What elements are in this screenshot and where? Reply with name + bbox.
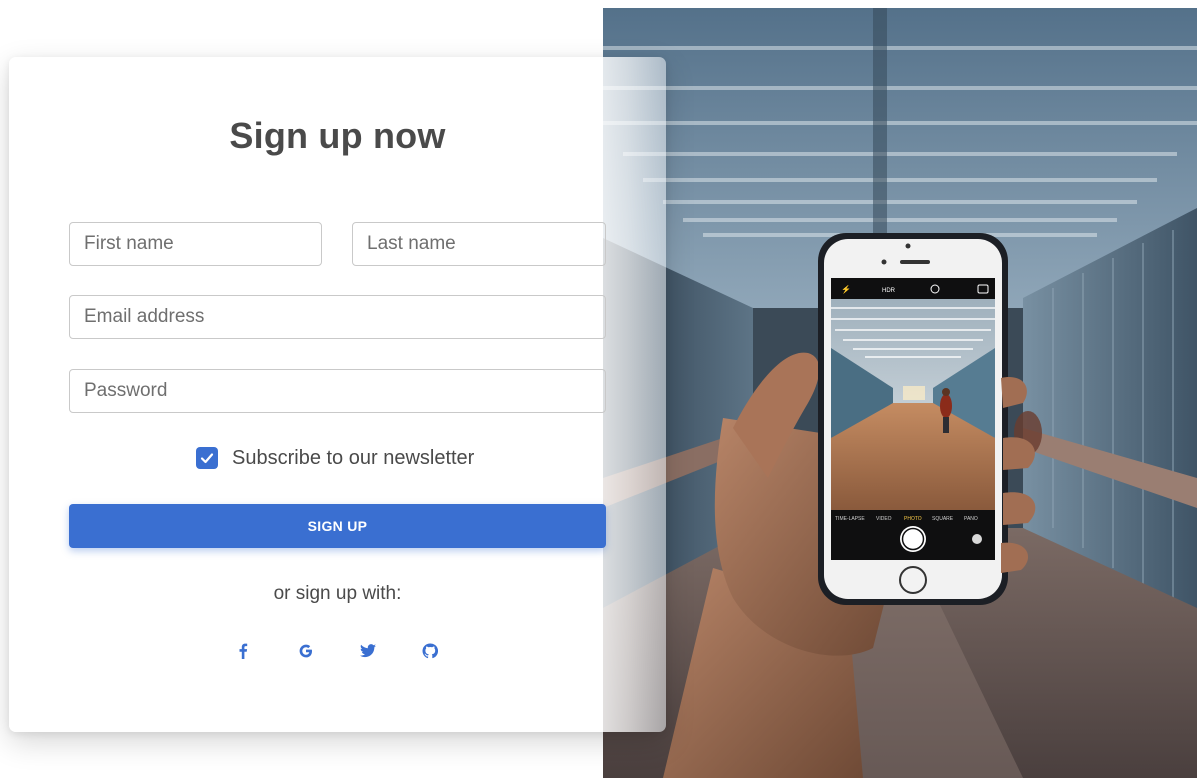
hdr-label: HDR (882, 288, 896, 294)
last-name-input[interactable] (352, 222, 606, 266)
camera-mode-video: VIDEO (876, 516, 892, 522)
newsletter-option: Subscribe to our newsletter (196, 446, 474, 470)
email-input[interactable] (69, 295, 606, 339)
checkmark-icon (200, 453, 214, 464)
first-name-input[interactable] (69, 222, 322, 266)
google-icon[interactable] (294, 639, 318, 663)
github-icon[interactable] (418, 639, 442, 663)
hero-photo: ⚡ HDR TIME-LAPSE VIDEO PHOTO SQUARE PANO (603, 8, 1197, 778)
newsletter-checkbox[interactable] (196, 447, 218, 469)
camera-mode-timelapse: TIME-LAPSE (835, 516, 865, 522)
password-input[interactable] (69, 369, 606, 413)
facebook-icon[interactable] (231, 639, 255, 663)
sign-up-button[interactable]: SIGN UP (69, 504, 606, 548)
camera-mode-square: SQUARE (932, 516, 954, 522)
social-prompt: or sign up with: (273, 583, 402, 604)
page-title: Sign up now (229, 115, 446, 156)
camera-mode-photo: PHOTO (904, 516, 922, 522)
camera-mode-pano: PANO (964, 516, 978, 522)
signup-card: Sign up now Subscribe to our newsletter … (9, 57, 666, 732)
twitter-icon[interactable] (356, 639, 380, 663)
svg-text:⚡: ⚡ (841, 284, 851, 294)
newsletter-label: Subscribe to our newsletter (232, 446, 475, 469)
